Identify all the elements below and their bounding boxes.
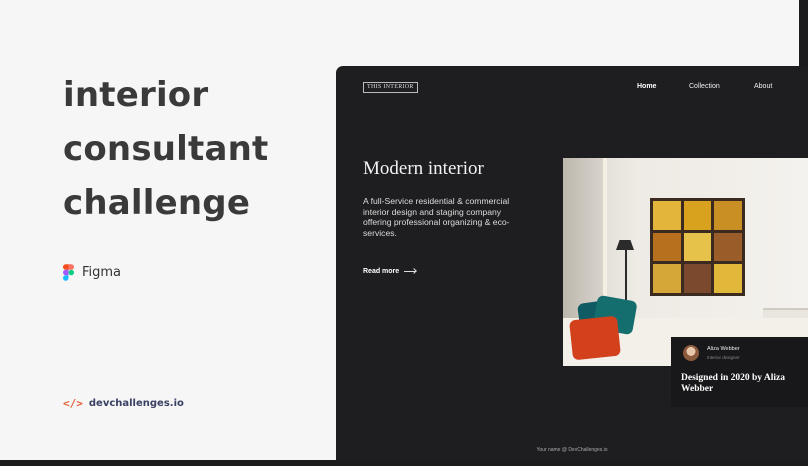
- figma-icon: [63, 264, 74, 281]
- designer-credit: Designed in 2020 by Aliza Webber: [681, 373, 785, 394]
- art-tile: [714, 264, 742, 293]
- preview-footer: Your name @ DevChallenges.io: [536, 447, 608, 453]
- designer-name: Aliza Webber: [707, 346, 740, 352]
- art-tile: [653, 232, 681, 262]
- site-nav: Home Collection About: [336, 83, 808, 95]
- challenge-title: interior consultant challenge: [63, 68, 268, 230]
- nav-item-about[interactable]: About: [754, 83, 772, 90]
- read-more-link[interactable]: Read more: [363, 268, 417, 275]
- arrow-right-icon: [404, 271, 417, 272]
- art-tile: [714, 232, 742, 262]
- brand-label: devchallenges.io: [88, 398, 184, 409]
- read-more-label: Read more: [363, 268, 400, 275]
- art-tile: [653, 201, 681, 230]
- art-tile: [683, 201, 712, 230]
- lamp-shade: [616, 240, 634, 250]
- design-tool: Figma: [63, 264, 121, 281]
- tool-label: Figma: [82, 265, 122, 280]
- art-tile: [653, 264, 681, 293]
- hero-description: A full-Service residential & commercial …: [363, 196, 510, 238]
- devchallenges-brand[interactable]: </> devchallenges.io: [63, 397, 184, 410]
- avatar: [683, 345, 699, 361]
- art-tile: [683, 264, 712, 293]
- art-tile: [714, 201, 742, 230]
- design-preview: THIS INTERIOR Home Collection About Mode…: [336, 66, 808, 460]
- nav-item-collection[interactable]: Collection: [689, 83, 720, 90]
- designer-card: Aliza Webber Interior designer Designed …: [671, 337, 808, 407]
- interior-photo: [563, 158, 808, 366]
- code-icon: </>: [63, 397, 83, 410]
- hero-title: Modern interior: [363, 158, 484, 179]
- designer-role: Interior designer: [707, 355, 740, 360]
- title-line: consultant: [63, 129, 269, 169]
- wall-art: [650, 198, 745, 296]
- art-tile: [683, 232, 712, 262]
- title-line: challenge: [63, 183, 251, 223]
- pillow: [569, 315, 621, 361]
- nav-item-home[interactable]: Home: [637, 83, 656, 90]
- screen-edge-bottom: [0, 460, 808, 466]
- title-line: interior: [63, 75, 209, 115]
